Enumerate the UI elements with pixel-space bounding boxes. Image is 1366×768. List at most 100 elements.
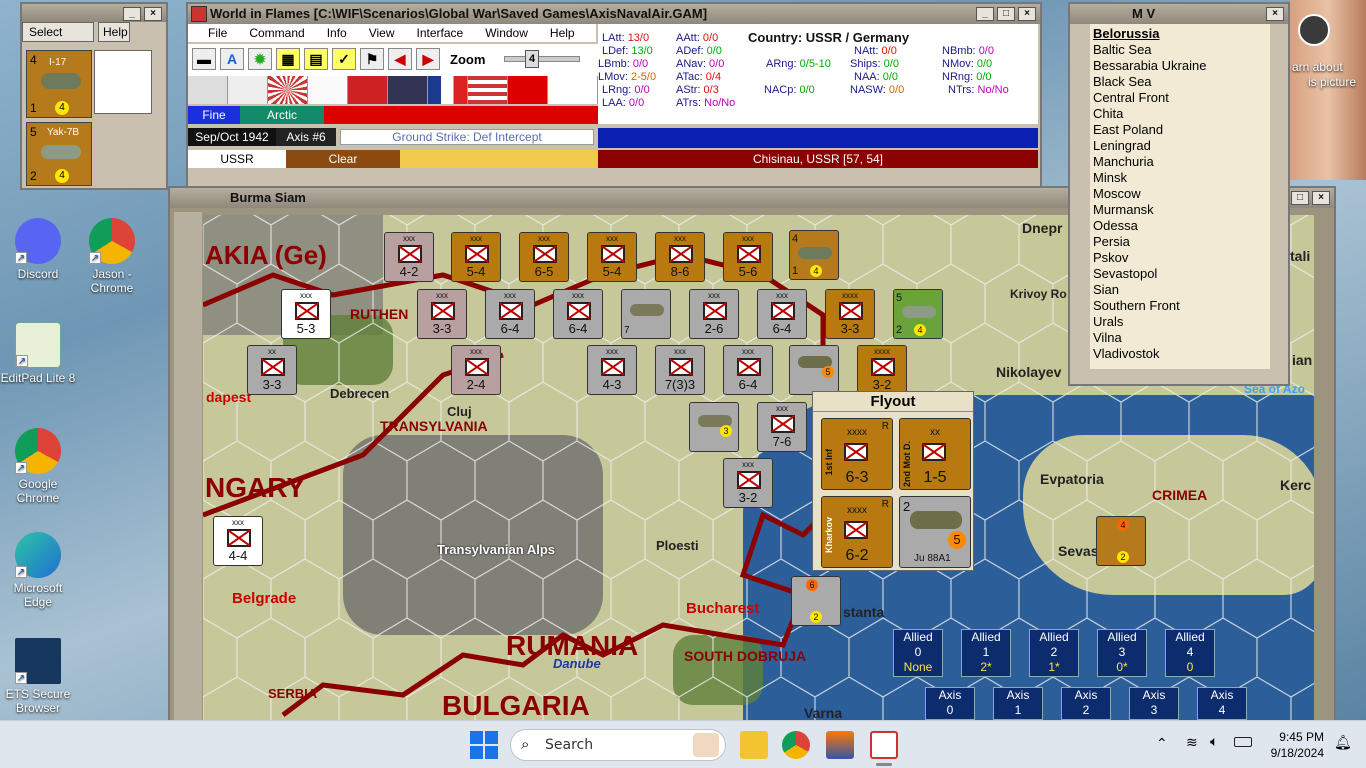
flyout-unit[interactable]: xxxx 1st Inf R 6-3 xyxy=(821,418,893,490)
maximize-icon[interactable]: □ xyxy=(1291,191,1309,205)
minimize-icon[interactable]: _ xyxy=(976,7,994,21)
list-item[interactable]: Bessarabia Ukraine xyxy=(1093,58,1267,74)
unit-counter[interactable]: xxx 7(3)3 xyxy=(655,345,705,395)
flag-uk[interactable] xyxy=(388,76,428,104)
unit-card-i17[interactable]: 4 I-17 1 4 xyxy=(26,50,92,118)
list-item[interactable]: Minsk xyxy=(1093,170,1267,186)
file-explorer-icon[interactable] xyxy=(740,731,768,759)
menu-help[interactable]: Help xyxy=(550,24,575,42)
minimize-icon[interactable]: _ xyxy=(123,7,141,21)
flag-11[interactable] xyxy=(548,76,598,104)
grid-icon[interactable]: ▦ xyxy=(276,48,300,70)
axis-box-0[interactable]: Axis 0 xyxy=(925,687,975,720)
axis-box-4[interactable]: Axis 4 xyxy=(1197,687,1247,720)
learn-about-text[interactable]: arn about xyxy=(1292,60,1343,74)
check-icon[interactable]: ✓ xyxy=(332,48,356,70)
unit-counter[interactable]: xxx 4-3 xyxy=(587,345,637,395)
flag-france[interactable] xyxy=(428,76,468,104)
tab-help[interactable]: Help xyxy=(98,22,130,42)
arrow-right-icon[interactable]: ▶ xyxy=(416,48,440,70)
desktop-icon-jason-chrome[interactable]: ↗ Jason - Chrome xyxy=(74,218,150,295)
allied-box-1[interactable]: Allied 1 2* xyxy=(961,629,1011,677)
unit-counter-i17[interactable]: 414 xyxy=(789,230,839,280)
close-icon[interactable]: × xyxy=(1018,7,1036,21)
unit-counter[interactable]: xxx 5-4 xyxy=(451,232,501,282)
unit-counter[interactable]: xxx 6-4 xyxy=(485,289,535,339)
unit-counter[interactable]: xxxx 3-3 xyxy=(825,289,875,339)
unit-counter[interactable]: xxx 6-5 xyxy=(519,232,569,282)
clock[interactable]: 9:45 PM 9/18/2024 xyxy=(1268,729,1324,761)
menu-interface[interactable]: Interface xyxy=(417,24,464,42)
axis-box-2[interactable]: Axis 2 xyxy=(1061,687,1111,720)
unit-counter[interactable]: xxx 4-2 xyxy=(384,232,434,282)
unit-counter-naval[interactable]: 42 xyxy=(1096,516,1146,566)
gear-icon[interactable]: ✹ xyxy=(248,48,272,70)
axis-box-1[interactable]: Axis 1 xyxy=(993,687,1043,720)
app-taskbar-icon[interactable] xyxy=(870,731,898,759)
unit-counter[interactable]: xxxx 3-2 xyxy=(857,345,907,395)
close-icon[interactable]: × xyxy=(1266,7,1284,21)
main-window-titlebar[interactable]: World in Flames [C:\WIF\Scenarios\Global… xyxy=(188,4,1040,24)
unit-counter-ju88[interactable]: 5 xyxy=(789,345,839,395)
desktop-icon-edge[interactable]: ↗ Microsoft Edge xyxy=(0,532,76,609)
list-item[interactable]: Pskov xyxy=(1093,250,1267,266)
flyout-unit[interactable]: xx 2nd Mot D. 1-5 xyxy=(899,418,971,490)
menu-command[interactable]: Command xyxy=(249,24,304,42)
chevron-up-icon[interactable]: ⌃ xyxy=(1156,735,1168,752)
list-item[interactable]: Sevastopol xyxy=(1093,266,1267,282)
flag-usa[interactable] xyxy=(468,76,508,104)
list-item[interactable]: Vilna xyxy=(1093,330,1267,346)
unit-counter-stuka[interactable]: 7 xyxy=(621,289,671,339)
list-item[interactable]: Urals xyxy=(1093,314,1267,330)
allied-box-3[interactable]: Allied 3 0* xyxy=(1097,629,1147,677)
list-item[interactable]: Chita xyxy=(1093,106,1267,122)
list-item[interactable]: East Poland xyxy=(1093,122,1267,138)
unit-counter[interactable]: xxx 5-4 xyxy=(587,232,637,282)
menu-window[interactable]: Window xyxy=(485,24,528,42)
font-icon[interactable]: A xyxy=(220,48,244,70)
axis-box-3[interactable]: Axis 3 xyxy=(1129,687,1179,720)
list-item[interactable]: Central Front xyxy=(1093,90,1267,106)
list-item[interactable]: Leningrad xyxy=(1093,138,1267,154)
unit-counter[interactable]: xxx 4-4 xyxy=(213,516,263,566)
close-icon[interactable]: × xyxy=(144,7,162,21)
list-item[interactable]: Southern Front xyxy=(1093,298,1267,314)
unit-counter[interactable]: xxx 3-3 xyxy=(417,289,467,339)
flag-icon[interactable]: ⚑ xyxy=(360,48,384,70)
unit-counter[interactable]: xxx 5-6 xyxy=(723,232,773,282)
flag-germany[interactable] xyxy=(188,76,228,104)
volume-icon[interactable]: 🔈︎ xyxy=(1210,733,1218,750)
list-item[interactable]: Belorussia xyxy=(1093,26,1267,42)
desktop-icon-ets[interactable]: ↗ ETS Secure Browser xyxy=(0,638,76,715)
chrome-taskbar-icon[interactable] xyxy=(782,731,810,759)
unit-counter[interactable]: xxx 2-6 xyxy=(689,289,739,339)
unit-counter[interactable]: xxx 5-3 xyxy=(281,289,331,339)
unit-counter[interactable]: xxx 6-4 xyxy=(553,289,603,339)
notification-bell-icon[interactable]: 🔔︎ xyxy=(1334,734,1352,751)
unit-counter-yak7b[interactable]: 524 xyxy=(893,289,943,339)
flag-ussr[interactable] xyxy=(508,76,548,104)
flag-china[interactable] xyxy=(348,76,388,104)
desktop-icon-google-chrome[interactable]: ↗ Google Chrome xyxy=(0,428,76,505)
allied-box-2[interactable]: Allied 2 1* xyxy=(1029,629,1079,677)
unit-counter[interactable]: xxx 3-2 xyxy=(723,458,773,508)
allied-box-4[interactable]: Allied 4 0 xyxy=(1165,629,1215,677)
maximize-icon[interactable]: □ xyxy=(997,7,1015,21)
list-item[interactable]: Persia xyxy=(1093,234,1267,250)
list-item[interactable]: Odessa xyxy=(1093,218,1267,234)
wifi-icon[interactable]: ≋ xyxy=(1186,734,1198,751)
list-item[interactable]: Moscow xyxy=(1093,186,1267,202)
menu-info[interactable]: Info xyxy=(327,24,347,42)
unit-counter-iar37[interactable]: 3 xyxy=(689,402,739,452)
select-window-titlebar[interactable]: _ × xyxy=(22,4,166,22)
allied-box-0[interactable]: Allied 0 None xyxy=(893,629,943,677)
battery-icon[interactable] xyxy=(1234,737,1252,747)
arrow-left-icon[interactable]: ◀ xyxy=(388,48,412,70)
tank-icon[interactable]: ▬ xyxy=(192,48,216,70)
menu-file[interactable]: File xyxy=(208,24,227,42)
desktop-icon-discord[interactable]: ↗ Discord xyxy=(0,218,76,281)
list-item[interactable]: Manchuria xyxy=(1093,154,1267,170)
flyout-unit-ju88[interactable]: 2 5 Ju 88A1 xyxy=(899,496,971,568)
unit-counter-naval[interactable]: 62 xyxy=(791,576,841,626)
zoom-slider[interactable]: 4 xyxy=(504,50,580,68)
